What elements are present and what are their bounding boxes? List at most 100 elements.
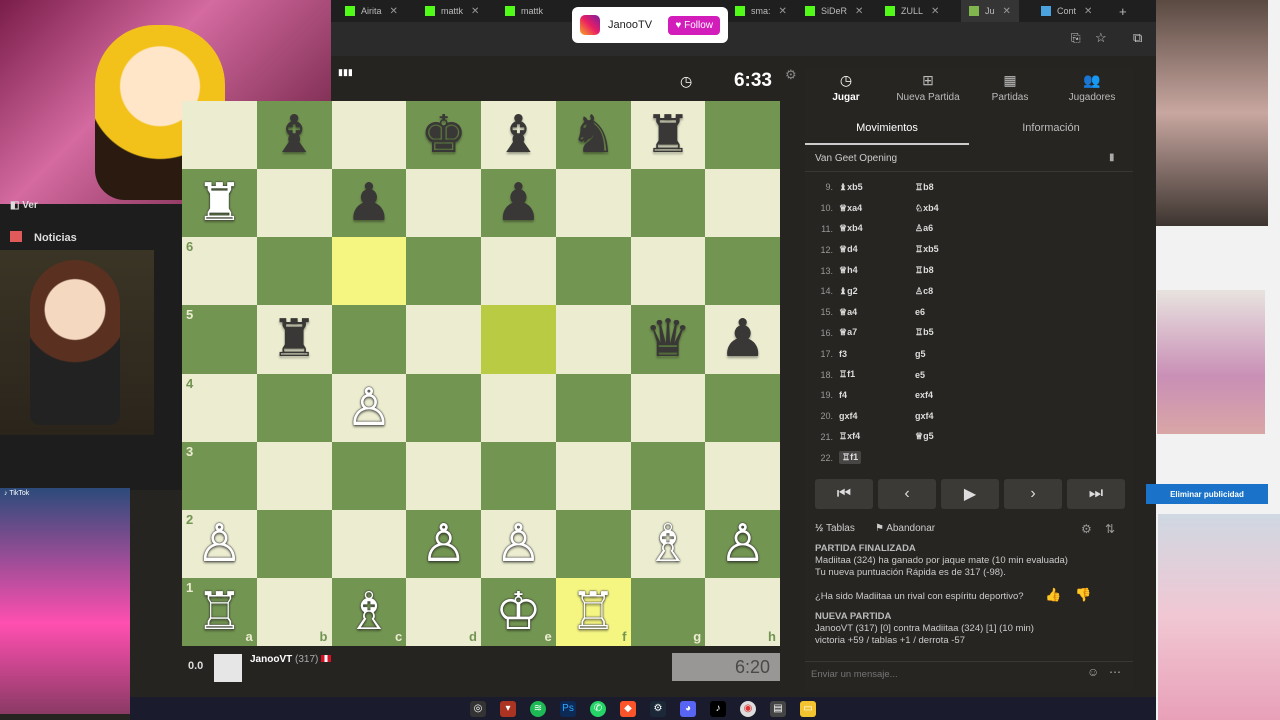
board-square[interactable] [705, 441, 780, 510]
black-move[interactable]: exf4 [915, 390, 1075, 400]
black-pawn-piece[interactable]: ♟ [705, 305, 780, 373]
board-square[interactable]: d [406, 577, 481, 646]
board-square[interactable]: 3 [182, 441, 257, 510]
board-square[interactable]: ♝ [481, 101, 556, 170]
white-bishop-piece[interactable]: ♗ [631, 510, 706, 578]
close-icon[interactable]: ✕ [1003, 6, 1011, 17]
board-square[interactable] [406, 169, 481, 238]
sidebar-item-ver[interactable]: ◧ Ver [10, 200, 38, 211]
photoshop-icon[interactable]: Ps [560, 700, 576, 717]
board-square[interactable] [705, 101, 780, 170]
close-icon[interactable]: ✕ [855, 6, 863, 17]
board-square[interactable]: ♔ e [481, 577, 556, 646]
board-square[interactable] [406, 441, 481, 510]
brave-icon[interactable]: ◆ [620, 700, 636, 717]
steam-icon[interactable]: ⚙ [650, 700, 666, 717]
black-pawn-piece[interactable]: ♟ [481, 169, 556, 237]
nav-partidas[interactable]: ▦ Partidas [969, 67, 1051, 107]
white-move[interactable]: gxf4 [839, 411, 915, 421]
white-move[interactable]: ♖f1 [839, 451, 862, 465]
board-square[interactable]: ♙ [331, 373, 407, 442]
black-move[interactable]: ♖xb5 [915, 244, 1075, 255]
board-square[interactable] [406, 373, 481, 442]
board-square[interactable] [331, 237, 407, 306]
emoji-icon[interactable]: ☺ [1087, 665, 1099, 679]
board-square[interactable] [630, 373, 706, 442]
board-square[interactable] [555, 441, 631, 510]
board-square[interactable] [555, 169, 631, 238]
bookmark-star-icon[interactable]: ☆ [1095, 30, 1107, 46]
white-rook-piece[interactable]: ♜ [182, 169, 257, 237]
black-move[interactable]: g5 [915, 349, 1075, 359]
white-move[interactable]: f3 [839, 349, 915, 359]
browser-tab[interactable]: Airita ✕ [345, 0, 398, 22]
board-square[interactable] [481, 441, 556, 510]
black-king-piece[interactable]: ♚ [406, 101, 481, 169]
black-move[interactable]: ♘xb4 [915, 203, 1075, 214]
more-options-icon[interactable]: ⋯ [1109, 665, 1121, 679]
board-square[interactable] [555, 373, 631, 442]
github-icon[interactable]: ◎ [470, 700, 486, 717]
browser-tab-active[interactable]: Ju ✕ [961, 0, 1019, 22]
board-square[interactable]: ♜ [182, 169, 257, 238]
black-move[interactable]: ♙a6 [915, 223, 1075, 234]
board-square[interactable]: ♙ [481, 509, 556, 578]
white-move[interactable]: ♕xb4 [839, 223, 915, 234]
tab-informacion[interactable]: Información [969, 113, 1133, 143]
spotify-icon[interactable]: ≋ [530, 700, 546, 717]
board-square[interactable]: ♝ [256, 101, 332, 170]
board-square[interactable] [481, 237, 556, 306]
chess-board[interactable]: ♝ ♚ ♝ ♞ ♜ ♜ ♟ ♟ 6 5 ♜ ♛ ♟ 4 ♙ 3 ♙ 2 ♙ ♙ ♗ ♙ ♖ 1 a b ♗ c d ♔ e ♖ f g h [182, 101, 780, 646]
tab-movimientos[interactable]: Movimientos [805, 113, 969, 145]
new-tab-button[interactable]: + [1119, 0, 1127, 22]
close-icon[interactable]: ✕ [390, 6, 398, 17]
black-pawn-piece[interactable]: ♟ [332, 169, 407, 237]
thumbs-down-icon[interactable]: 👎 [1075, 587, 1091, 603]
board-square[interactable] [555, 509, 631, 578]
install-icon[interactable]: ⎘ [1071, 31, 1081, 46]
next-move-button[interactable]: › [1004, 479, 1062, 509]
board-square[interactable]: ♛ [630, 305, 706, 374]
book-icon[interactable]: ▮ [1109, 152, 1115, 163]
close-icon[interactable]: ✕ [931, 6, 939, 17]
nav-nueva-partida[interactable]: ⊞ Nueva Partida [887, 67, 969, 107]
follow-button[interactable]: ♥ Follow [668, 15, 720, 35]
board-square[interactable] [705, 169, 780, 238]
board-square[interactable] [481, 373, 556, 442]
nav-jugadores[interactable]: 👥 Jugadores [1051, 67, 1133, 107]
last-move-button[interactable]: ⏭ [1067, 479, 1125, 509]
board-square[interactable] [256, 441, 332, 510]
browser-tab[interactable]: mattk [505, 0, 543, 22]
first-move-button[interactable]: ⏮ [815, 479, 873, 509]
board-square[interactable]: 6 [182, 237, 257, 306]
black-rook-piece[interactable]: ♜ [631, 101, 706, 169]
board-square[interactable] [331, 101, 407, 170]
close-icon[interactable]: ✕ [1084, 6, 1092, 17]
extensions-icon[interactable]: ⧉ [1133, 30, 1142, 46]
white-move[interactable]: ♕h4 [839, 265, 915, 276]
browser-tab[interactable]: Cont ✕ [1041, 0, 1092, 22]
game-settings-icon[interactable]: ⚙ [1081, 522, 1092, 536]
discord-icon[interactable]: ◕ [680, 700, 696, 717]
browser-tab[interactable]: ZULL ✕ [885, 0, 939, 22]
app-icon[interactable]: ▤ [770, 700, 786, 717]
board-square[interactable]: ♗ [630, 509, 706, 578]
browser-tab[interactable]: sma: ✕ [735, 0, 787, 22]
remove-ads-button[interactable]: Eliminar publicidad [1146, 484, 1268, 504]
black-move[interactable]: gxf4 [915, 411, 1075, 421]
board-square[interactable]: 5 [182, 305, 257, 374]
white-move[interactable]: ♖f1 [839, 369, 915, 380]
white-move[interactable]: ♝g2 [839, 286, 915, 297]
white-pawn-piece[interactable]: ♙ [705, 510, 780, 578]
white-move[interactable]: ♕a4 [839, 307, 915, 318]
settings-gear-icon[interactable]: ⚙ [785, 67, 797, 83]
chrome-icon[interactable]: ◉ [740, 700, 756, 717]
board-square[interactable] [630, 441, 706, 510]
black-bishop-piece[interactable]: ♝ [257, 101, 332, 169]
board-square[interactable] [182, 101, 257, 170]
tiktok-icon[interactable]: ♪ [710, 700, 726, 717]
app-icon[interactable]: ▾ [500, 700, 516, 717]
resign-button[interactable]: ⚑ Abandonar [875, 523, 935, 534]
board-square[interactable]: ♗ c [331, 577, 407, 646]
board-square[interactable] [256, 169, 332, 238]
